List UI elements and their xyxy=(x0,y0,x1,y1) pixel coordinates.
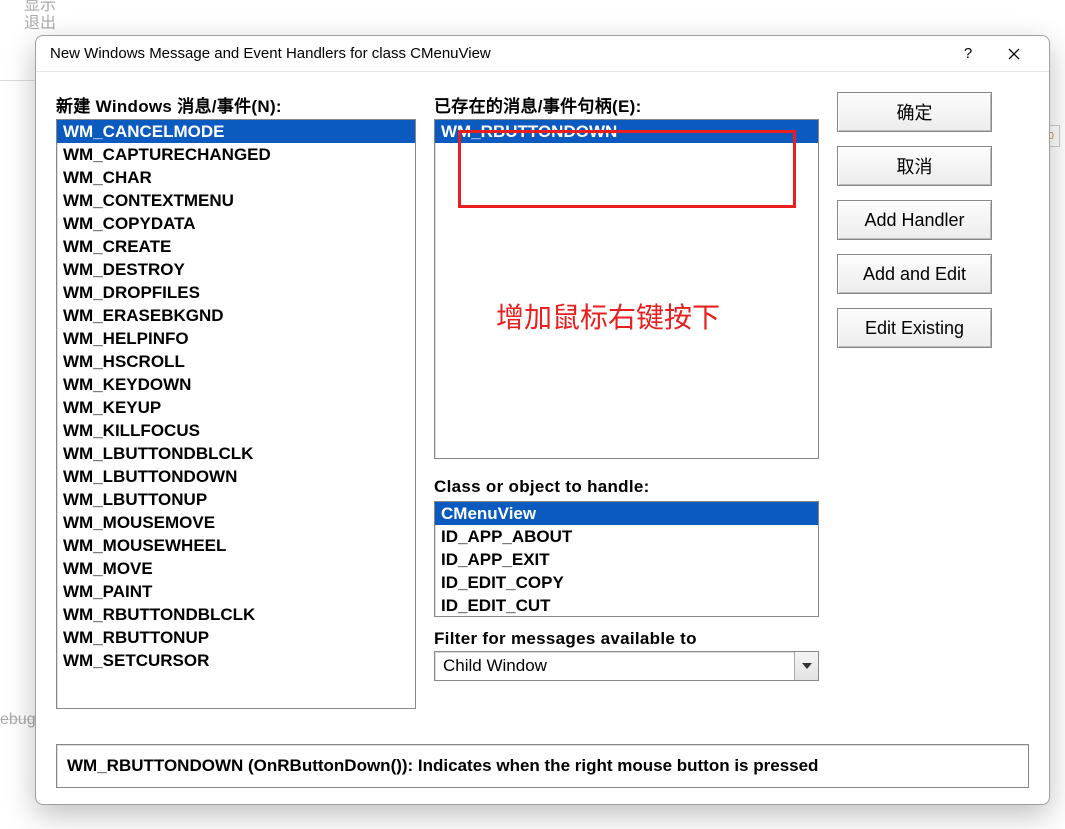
background-border xyxy=(0,80,40,720)
list-item[interactable]: ID_EDIT_COPY xyxy=(435,571,818,594)
class-object-listbox[interactable]: CMenuViewID_APP_ABOUTID_APP_EXITID_EDIT_… xyxy=(434,501,819,617)
titlebar: New Windows Message and Event Handlers f… xyxy=(36,36,1049,72)
description-text: WM_RBUTTONDOWN (OnRButtonDown()): Indica… xyxy=(67,756,818,776)
list-item[interactable]: WM_KILLFOCUS xyxy=(57,419,415,442)
list-item[interactable]: CMenuView xyxy=(435,502,818,525)
list-item[interactable]: WM_LBUTTONDOWN xyxy=(57,465,415,488)
add-and-edit-button[interactable]: Add and Edit xyxy=(837,254,992,294)
filter-label: Filter for messages available to xyxy=(434,629,819,649)
list-item[interactable]: WM_CONTEXTMENU xyxy=(57,189,415,212)
dropdown-button[interactable] xyxy=(794,652,818,680)
close-button[interactable] xyxy=(991,40,1037,68)
list-item[interactable]: WM_LBUTTONDBLCLK xyxy=(57,442,415,465)
existing-handlers-label: 已存在的消息/事件句柄(E): xyxy=(434,92,819,117)
existing-handlers-listbox[interactable]: WM_RBUTTONDOWN xyxy=(434,119,819,459)
list-item[interactable]: WM_RBUTTONDOWN xyxy=(435,120,818,143)
list-item[interactable]: WM_RBUTTONUP xyxy=(57,626,415,649)
list-item[interactable]: WM_COPYDATA xyxy=(57,212,415,235)
list-item[interactable]: WM_DESTROY xyxy=(57,258,415,281)
help-button[interactable]: ? xyxy=(945,40,991,68)
filter-dropdown[interactable]: Child Window xyxy=(434,651,819,681)
list-item[interactable]: WM_CREATE xyxy=(57,235,415,258)
add-handler-button[interactable]: Add Handler xyxy=(837,200,992,240)
list-item[interactable]: WM_HSCROLL xyxy=(57,350,415,373)
background-menu: 显示 退出 xyxy=(0,0,60,35)
message-handlers-dialog: New Windows Message and Event Handlers f… xyxy=(35,35,1050,805)
list-item[interactable]: WM_RBUTTONDBLCLK xyxy=(57,603,415,626)
list-item[interactable]: ID_APP_EXIT xyxy=(435,548,818,571)
list-item[interactable]: WM_MOUSEWHEEL xyxy=(57,534,415,557)
list-item[interactable]: ID_EDIT_CUT xyxy=(435,594,818,617)
list-item[interactable]: WM_KEYUP xyxy=(57,396,415,419)
list-item[interactable]: WM_MOUSEMOVE xyxy=(57,511,415,534)
list-item[interactable]: WM_ERASEBKGND xyxy=(57,304,415,327)
dialog-title: New Windows Message and Event Handlers f… xyxy=(50,45,945,62)
list-item[interactable]: WM_MOVE xyxy=(57,557,415,580)
list-item[interactable]: WM_DROPFILES xyxy=(57,281,415,304)
chevron-down-icon xyxy=(802,663,812,669)
filter-value: Child Window xyxy=(435,656,794,676)
list-item[interactable]: WM_LBUTTONUP xyxy=(57,488,415,511)
description-box: WM_RBUTTONDOWN (OnRButtonDown()): Indica… xyxy=(56,744,1029,788)
class-object-label: Class or object to handle: xyxy=(434,477,819,497)
list-item[interactable]: WM_CAPTURECHANGED xyxy=(57,143,415,166)
background-debug-text: ebug xyxy=(0,711,36,729)
list-item[interactable]: WM_SETCURSOR xyxy=(57,649,415,672)
close-icon xyxy=(1008,48,1020,60)
list-item[interactable]: WM_HELPINFO xyxy=(57,327,415,350)
new-messages-listbox[interactable]: WM_CANCELMODEWM_CAPTURECHANGEDWM_CHARWM_… xyxy=(56,119,416,709)
list-item[interactable]: WM_CANCELMODE xyxy=(57,120,415,143)
cancel-button[interactable]: 取消 xyxy=(837,146,992,186)
new-messages-label: 新建 Windows 消息/事件(N): xyxy=(56,92,416,117)
ok-button[interactable]: 确定 xyxy=(837,92,992,132)
list-item[interactable]: WM_PAINT xyxy=(57,580,415,603)
edit-existing-button[interactable]: Edit Existing xyxy=(837,308,992,348)
list-item[interactable]: WM_CHAR xyxy=(57,166,415,189)
list-item[interactable]: ID_APP_ABOUT xyxy=(435,525,818,548)
list-item[interactable]: WM_KEYDOWN xyxy=(57,373,415,396)
